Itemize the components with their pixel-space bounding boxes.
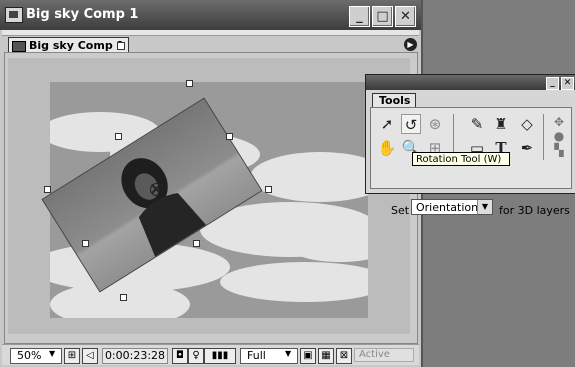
hand-tool-icon[interactable]: ✋ — [377, 138, 397, 158]
for-3d-layers-label: for 3D layers — [499, 204, 570, 217]
set-label: Set — [391, 204, 410, 217]
current-time[interactable]: 0:00:23:28 — [102, 348, 168, 364]
zoom-value: 50% — [17, 349, 42, 362]
anchor-point-icon[interactable] — [150, 183, 163, 196]
layer-handle[interactable] — [44, 186, 51, 193]
clone-stamp-tool-icon[interactable]: ♜ — [491, 114, 511, 134]
layer-handle[interactable] — [120, 294, 127, 301]
minimize-button[interactable]: _ — [546, 77, 559, 90]
tab-close-icon[interactable] — [117, 42, 125, 50]
selection-tool-icon[interactable]: ➚ — [377, 114, 397, 134]
composition-window: Big sky Comp 1 _ □ ✕ Big sky Comp 1 ▶ 50… — [0, 0, 423, 367]
zoom-select[interactable]: 50% ▼ — [10, 348, 62, 364]
brush-tool-icon[interactable]: ✎ — [467, 114, 487, 134]
cloud — [290, 232, 368, 262]
eraser-tool-icon[interactable]: ◇ — [517, 114, 537, 134]
close-button[interactable]: ✕ — [395, 6, 416, 27]
chevron-down-icon: ▼ — [285, 349, 292, 358]
resolution-select[interactable]: Full ▼ — [240, 348, 298, 364]
active-camera-select[interactable]: Active Camera — [354, 348, 414, 362]
layer-handle[interactable] — [226, 133, 233, 140]
panel-menu-icon[interactable]: ▶ — [404, 38, 417, 51]
composition-icon — [12, 41, 26, 52]
title-bar[interactable]: Big sky Comp 1 _ □ ✕ — [0, 0, 421, 30]
track-camera-tool-icon[interactable]: ▚ — [549, 140, 569, 160]
layer-handle[interactable] — [265, 186, 272, 193]
cloud — [220, 262, 368, 302]
layer-handle[interactable] — [193, 240, 200, 247]
window-title: Big sky Comp 1 — [26, 7, 139, 22]
window-strip — [2, 30, 419, 36]
show-snapshot-icon[interactable]: ♀ — [188, 348, 204, 364]
close-button[interactable]: ✕ — [561, 77, 574, 90]
composition-icon — [5, 7, 23, 23]
resolution-value: Full — [247, 349, 266, 362]
chevron-down-icon[interactable]: ▼ — [477, 200, 492, 214]
layer-handle[interactable] — [115, 133, 122, 140]
layer-handle[interactable] — [82, 240, 89, 247]
chevron-down-icon: ▼ — [49, 349, 56, 358]
pixel-aspect-icon[interactable]: ⊠ — [336, 348, 352, 364]
channel-icon[interactable]: ▮▮▮ — [204, 348, 236, 364]
tab-label: Tools — [379, 94, 411, 107]
maximize-button[interactable]: □ — [372, 6, 393, 27]
tools-panel: ➚ ↺ ⊛ ✎ ♜ ◇ ✥ ● ▚ ✋ 🔍 ⊞ ▭ T ✒ Set Orient… — [370, 107, 572, 217]
cloud — [250, 152, 368, 202]
minimize-button[interactable]: _ — [349, 6, 370, 27]
rotation-tool-icon[interactable]: ↺ — [401, 114, 421, 134]
transparency-grid-icon[interactable]: ▦ — [318, 348, 334, 364]
tools-palette: _ ✕ Tools ➚ ↺ ⊛ ✎ ♜ ◇ ✥ ● ▚ ✋ 🔍 ⊞ ▭ T ✒ … — [365, 74, 575, 217]
mask-path-icon[interactable]: ◁ — [82, 348, 98, 364]
region-of-interest-icon[interactable]: ▣ — [300, 348, 316, 364]
palette-title-bar[interactable]: _ ✕ — [366, 75, 575, 90]
safe-zones-icon[interactable]: ⊞ — [64, 348, 80, 364]
tooltip: Rotation Tool (W) — [412, 152, 510, 166]
separator — [543, 114, 544, 160]
pen-tool-icon[interactable]: ✒ — [517, 138, 537, 158]
snapshot-camera-icon[interactable]: ◘ — [172, 348, 188, 364]
tab-label: Big sky Comp 1 — [29, 39, 125, 52]
composition-status-bar: 50% ▼ ⊞ ◁ 0:00:23:28 ◘ ♀ ▮▮▮ Full ▼ ▣ ▦ … — [2, 344, 419, 365]
tab-composition[interactable]: Big sky Comp 1 — [8, 37, 129, 53]
tab-tools[interactable]: Tools — [372, 93, 416, 108]
orbit-camera-tool-icon[interactable]: ⊛ — [425, 114, 445, 134]
layer-handle[interactable] — [186, 80, 193, 87]
